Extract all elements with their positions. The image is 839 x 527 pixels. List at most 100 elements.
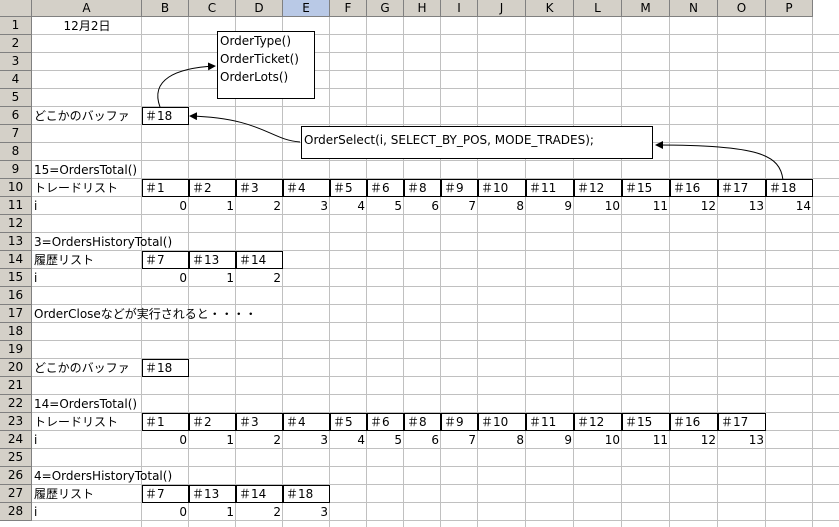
- row-header-9[interactable]: 9: [0, 161, 32, 179]
- row-header-8[interactable]: 8: [0, 143, 32, 161]
- cell-label-28[interactable]: i: [32, 503, 142, 521]
- select-all-corner[interactable]: [0, 0, 32, 17]
- column-header-c[interactable]: C: [189, 0, 236, 17]
- index-cell[interactable]: 0: [142, 197, 189, 215]
- index-cell[interactable]: 1: [189, 269, 236, 287]
- row-header-11[interactable]: 11: [0, 197, 32, 215]
- cell-label-22[interactable]: 14=OrdersTotal(): [32, 395, 189, 413]
- cell-label-23[interactable]: トレードリスト: [32, 413, 142, 431]
- cell-label-17[interactable]: OrderCloseなどが実行されると・・・・: [32, 305, 283, 323]
- row-header-15[interactable]: 15: [0, 269, 32, 287]
- row-header-6[interactable]: 6: [0, 107, 32, 125]
- index-cell[interactable]: 9: [526, 431, 574, 449]
- cell-label-20[interactable]: どこかのバッファ: [32, 359, 142, 377]
- order-item-cell[interactable]: ＃10: [478, 179, 526, 197]
- row-header-27[interactable]: 27: [0, 485, 32, 503]
- index-cell[interactable]: 11: [622, 431, 670, 449]
- index-cell[interactable]: 9: [526, 197, 574, 215]
- index-cell[interactable]: 11: [622, 197, 670, 215]
- index-cell[interactable]: 13: [718, 197, 766, 215]
- row-header-10[interactable]: 10: [0, 179, 32, 197]
- column-header-b[interactable]: B: [142, 0, 189, 17]
- order-item-cell[interactable]: ＃13: [189, 485, 236, 503]
- row-header-19[interactable]: 19: [0, 341, 32, 359]
- column-header-a[interactable]: A: [32, 0, 142, 17]
- order-item-cell[interactable]: ＃16: [670, 179, 718, 197]
- index-cell[interactable]: 7: [441, 197, 478, 215]
- column-header-m[interactable]: M: [622, 0, 670, 17]
- order-item-cell[interactable]: ＃4: [283, 413, 330, 431]
- order-item-cell[interactable]: ＃15: [622, 413, 670, 431]
- row-header-24[interactable]: 24: [0, 431, 32, 449]
- cell-label-9[interactable]: 15=OrdersTotal(): [32, 161, 189, 179]
- order-item-cell[interactable]: ＃11: [526, 179, 574, 197]
- row-header-20[interactable]: 20: [0, 359, 32, 377]
- column-header-o[interactable]: O: [718, 0, 766, 17]
- index-cell[interactable]: 7: [441, 431, 478, 449]
- index-cell[interactable]: 2: [236, 503, 283, 521]
- column-header-l[interactable]: L: [574, 0, 622, 17]
- index-cell[interactable]: 2: [236, 431, 283, 449]
- index-cell[interactable]: 13: [718, 431, 766, 449]
- row-header-1[interactable]: 1: [0, 17, 32, 35]
- row-header-7[interactable]: 7: [0, 125, 32, 143]
- order-item-cell[interactable]: ＃12: [574, 179, 622, 197]
- column-header-f[interactable]: F: [330, 0, 367, 17]
- order-item-cell[interactable]: ＃12: [574, 413, 622, 431]
- index-cell[interactable]: 8: [478, 431, 526, 449]
- row-header-17[interactable]: 17: [0, 305, 32, 323]
- column-header-k[interactable]: K: [526, 0, 574, 17]
- order-item-cell[interactable]: ＃17: [718, 179, 766, 197]
- order-item-cell[interactable]: ＃3: [236, 179, 283, 197]
- order-item-cell[interactable]: ＃2: [189, 179, 236, 197]
- row-header-26[interactable]: 26: [0, 467, 32, 485]
- column-header-d[interactable]: D: [236, 0, 283, 17]
- cell-label-26[interactable]: 4=OrdersHistoryTotal(): [32, 467, 236, 485]
- cell-label-14[interactable]: 履歴リスト: [32, 251, 142, 269]
- column-header-j[interactable]: J: [478, 0, 526, 17]
- index-cell[interactable]: 1: [189, 503, 236, 521]
- column-header-e[interactable]: E: [283, 0, 330, 17]
- row-header-16[interactable]: 16: [0, 287, 32, 305]
- index-cell[interactable]: 5: [367, 197, 404, 215]
- order-item-cell[interactable]: ＃9: [441, 179, 478, 197]
- order-item-cell[interactable]: ＃2: [189, 413, 236, 431]
- cell-label-27[interactable]: 履歴リスト: [32, 485, 142, 503]
- index-cell[interactable]: 10: [574, 197, 622, 215]
- order-item-cell[interactable]: ＃8: [404, 413, 441, 431]
- cell-buffer-20[interactable]: ＃18: [142, 359, 189, 377]
- order-item-cell[interactable]: ＃1: [142, 179, 189, 197]
- column-header-h[interactable]: H: [404, 0, 441, 17]
- cell-label-13[interactable]: 3=OrdersHistoryTotal(): [32, 233, 236, 251]
- order-item-cell[interactable]: ＃10: [478, 413, 526, 431]
- index-cell[interactable]: 0: [142, 431, 189, 449]
- row-header-28[interactable]: 28: [0, 503, 32, 521]
- order-item-cell[interactable]: ＃5: [330, 413, 367, 431]
- order-item-cell[interactable]: ＃18: [766, 179, 813, 197]
- row-header-25[interactable]: 25: [0, 449, 32, 467]
- order-item-cell[interactable]: ＃3: [236, 413, 283, 431]
- cell-label-15[interactable]: i: [32, 269, 142, 287]
- order-item-cell[interactable]: ＃7: [142, 485, 189, 503]
- order-item-cell[interactable]: ＃1: [142, 413, 189, 431]
- order-item-cell[interactable]: ＃4: [283, 179, 330, 197]
- row-header-3[interactable]: 3: [0, 53, 32, 71]
- order-item-cell[interactable]: ＃6: [367, 179, 404, 197]
- index-cell[interactable]: 14: [766, 197, 813, 215]
- order-item-cell[interactable]: ＃7: [142, 251, 189, 269]
- index-cell[interactable]: 1: [189, 431, 236, 449]
- row-header-14[interactable]: 14: [0, 251, 32, 269]
- order-item-cell[interactable]: ＃17: [718, 413, 766, 431]
- index-cell[interactable]: 6: [404, 197, 441, 215]
- order-item-cell[interactable]: ＃6: [367, 413, 404, 431]
- column-header-p[interactable]: P: [766, 0, 813, 17]
- index-cell[interactable]: 6: [404, 431, 441, 449]
- order-item-cell[interactable]: ＃16: [670, 413, 718, 431]
- index-cell[interactable]: 4: [330, 431, 367, 449]
- index-cell[interactable]: 2: [236, 269, 283, 287]
- row-header-12[interactable]: 12: [0, 215, 32, 233]
- index-cell[interactable]: 3: [283, 197, 330, 215]
- index-cell[interactable]: 10: [574, 431, 622, 449]
- order-item-cell[interactable]: ＃9: [441, 413, 478, 431]
- row-header-21[interactable]: 21: [0, 377, 32, 395]
